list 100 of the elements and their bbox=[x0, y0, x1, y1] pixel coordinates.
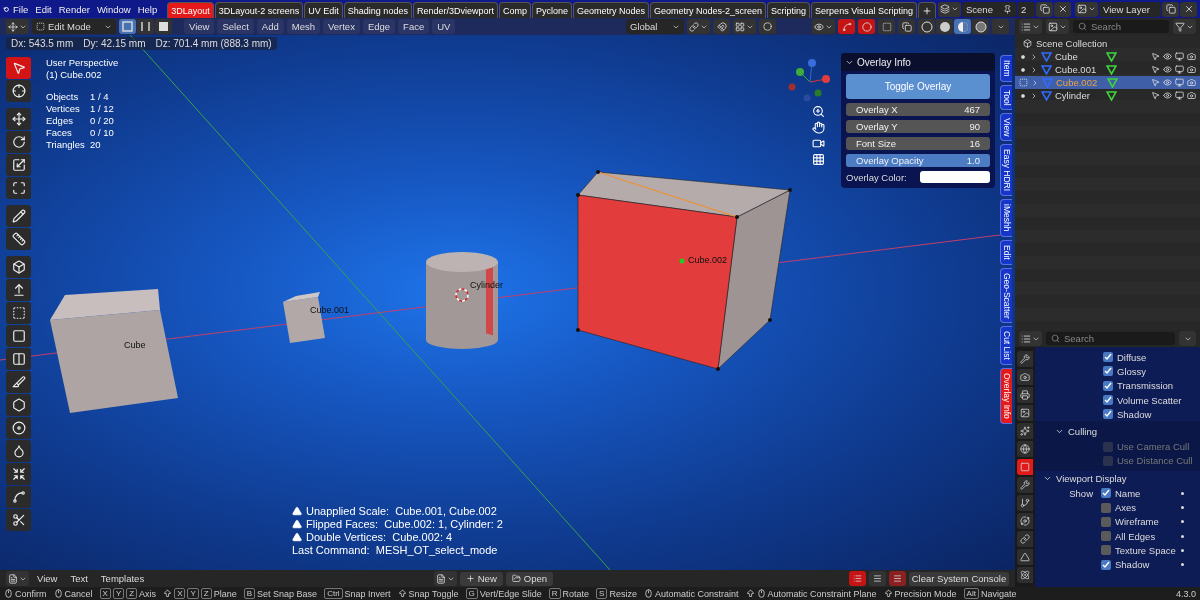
workspace-tab[interactable]: Shading nodes bbox=[343, 2, 412, 18]
sidebar-tab[interactable]: iMeshh bbox=[1000, 199, 1012, 237]
workspace-tab[interactable]: 3DLayout bbox=[167, 2, 214, 18]
mode-dropdown[interactable]: Edit Mode bbox=[32, 19, 116, 34]
menu-item[interactable]: View bbox=[32, 573, 63, 584]
scene-field[interactable]: Scene bbox=[962, 1, 1016, 17]
key-cap: Y bbox=[112, 588, 125, 599]
checkbox-label: Use Distance Cull bbox=[1117, 455, 1193, 467]
menu-item[interactable]: Edge bbox=[362, 19, 396, 34]
menu-item[interactable]: Add bbox=[256, 19, 284, 34]
menu-item[interactable]: View bbox=[184, 19, 215, 34]
object-label: Cube.002 bbox=[688, 255, 728, 265]
menu-item[interactable]: Edit bbox=[32, 3, 55, 15]
measurement-text: Dz: 701.4 mm (888.3 mm) bbox=[155, 38, 272, 49]
stat-label: Vertices bbox=[46, 103, 81, 114]
outliner-row[interactable]: Cube.001 bbox=[1015, 63, 1200, 76]
section-title: Viewport Display bbox=[1056, 473, 1127, 485]
number-field[interactable]: Overlay Y 90 bbox=[846, 120, 990, 133]
workspace-tab[interactable]: Render/3Dviewport bbox=[412, 2, 498, 18]
menu-item[interactable]: Render bbox=[55, 3, 93, 15]
measurement-text: Dy: 42.15 mm bbox=[83, 38, 146, 49]
hint-text: Automatic Constraint Plane bbox=[767, 588, 877, 599]
checkbox-label: Volume Scatter bbox=[1117, 394, 1182, 406]
view-layer-field[interactable]: View Layer bbox=[1099, 1, 1161, 17]
hint-text: Snap Toggle bbox=[408, 588, 459, 599]
section-title: Culling bbox=[1068, 426, 1098, 438]
field-label: Show bbox=[1068, 487, 1094, 499]
outliner-row[interactable]: Cube bbox=[1015, 50, 1200, 63]
workspace-tab[interactable]: Scripting bbox=[767, 2, 811, 18]
object-name: Cube.002 bbox=[1056, 77, 1099, 88]
orientation-dropdown[interactable]: Global bbox=[626, 19, 684, 34]
object-label: Cube bbox=[124, 340, 146, 350]
menu-item[interactable]: Window bbox=[93, 3, 134, 15]
hint-text: Set Snap Base bbox=[257, 588, 318, 599]
panel-title: Overlay Info bbox=[857, 56, 911, 68]
menu-item[interactable]: Vertex bbox=[322, 19, 360, 34]
stat-label: Faces bbox=[46, 127, 73, 138]
field-label: Overlay Y bbox=[856, 121, 898, 132]
workspace-tab[interactable]: Geometry Nodes-2_screen bbox=[650, 2, 767, 18]
hint-text: Snap Invert bbox=[344, 588, 391, 599]
version-text: 4.3.0 bbox=[1175, 588, 1196, 599]
open-button[interactable]: Open bbox=[505, 571, 553, 586]
menu-item[interactable]: Face bbox=[398, 19, 430, 34]
menu-item[interactable]: Mesh bbox=[286, 19, 320, 34]
hint-text: Precision Mode bbox=[894, 588, 957, 599]
menu-item[interactable]: Help bbox=[134, 3, 161, 15]
workspace-tab[interactable]: 3DLayout-2 screens bbox=[214, 2, 304, 18]
stat-value: 0 / 10 bbox=[90, 127, 115, 138]
key-cap: Z bbox=[126, 588, 138, 599]
sidebar-tab[interactable]: Geo-Scatter bbox=[1000, 267, 1012, 324]
sidebar-tab[interactable]: Cut List bbox=[1000, 326, 1012, 366]
stat-label: Triangles bbox=[46, 139, 86, 150]
field-value: 1.0 bbox=[966, 155, 980, 166]
view-name: User Perspective bbox=[46, 57, 119, 68]
sidebar-tab[interactable]: Item bbox=[1000, 55, 1012, 82]
clear-console-button[interactable]: Clear System Console bbox=[909, 571, 1009, 586]
checkbox-label: Wireframe bbox=[1115, 516, 1159, 528]
key-cap: R bbox=[548, 588, 561, 599]
sidebar-tab[interactable]: View bbox=[1000, 113, 1012, 142]
workspace-tab[interactable]: UV Edit bbox=[304, 2, 343, 18]
menu-item[interactable]: File bbox=[10, 3, 32, 15]
sidebar-tab[interactable]: Tool bbox=[1000, 84, 1012, 111]
stat-value: 0 / 20 bbox=[90, 115, 115, 126]
checkbox-label: Axes bbox=[1115, 502, 1137, 513]
hint-text: Plane bbox=[213, 588, 237, 599]
hint-text: Navigate bbox=[980, 588, 1017, 599]
search-field[interactable]: Search bbox=[1073, 20, 1169, 33]
number-field[interactable]: Overlay X 467 bbox=[846, 103, 990, 116]
sidebar-tab[interactable]: Easy HDRI bbox=[1000, 144, 1012, 197]
checkbox-label: Transmission bbox=[1117, 380, 1174, 392]
search-field[interactable]: Search bbox=[1046, 332, 1175, 345]
slider-field[interactable]: Overlay Opacity 1.0 bbox=[846, 154, 990, 167]
hint-text: Automatic Constraint bbox=[654, 588, 739, 599]
checkbox-label: All Edges bbox=[1115, 530, 1156, 542]
workspace-tab[interactable]: Geometry Nodes bbox=[573, 2, 650, 18]
menu-item[interactable]: Text bbox=[65, 573, 93, 584]
key-cap: G bbox=[465, 588, 478, 599]
new-button[interactable]: New bbox=[459, 571, 503, 586]
field-label: Overlay Opacity bbox=[856, 155, 924, 166]
hint-text: Axis bbox=[139, 588, 157, 599]
stat-value: 1 / 4 bbox=[90, 91, 110, 102]
workspace-tab[interactable]: Serpens Visual Scripting bbox=[811, 2, 917, 18]
field-label: Overlay X bbox=[856, 104, 898, 115]
menu-item[interactable]: UV bbox=[432, 19, 456, 34]
workspace-tab[interactable]: Pyclone bbox=[531, 2, 572, 18]
number-field[interactable]: Font Size 16 bbox=[846, 137, 990, 150]
stat-label: Edges bbox=[46, 115, 74, 126]
field-label: Overlay Color: bbox=[846, 171, 907, 183]
object-name: Cube.001 bbox=[1055, 64, 1098, 75]
menu-item[interactable]: Templates bbox=[95, 573, 150, 584]
menu-item[interactable]: Select bbox=[217, 19, 254, 34]
outliner-row[interactable]: Cylinder bbox=[1015, 89, 1200, 102]
field-label: Font Size bbox=[856, 138, 897, 149]
sidebar-tab[interactable]: Edit bbox=[1000, 239, 1012, 265]
collection-name: Scene Collection bbox=[1036, 38, 1108, 49]
workspace-tab[interactable]: Comp bbox=[498, 2, 531, 18]
object-name: Cube bbox=[1055, 51, 1079, 62]
hint-text: Cancel bbox=[64, 588, 93, 599]
object-name: Cylinder bbox=[1055, 90, 1091, 101]
sidebar-tab[interactable]: Overlay Info bbox=[1000, 368, 1012, 424]
